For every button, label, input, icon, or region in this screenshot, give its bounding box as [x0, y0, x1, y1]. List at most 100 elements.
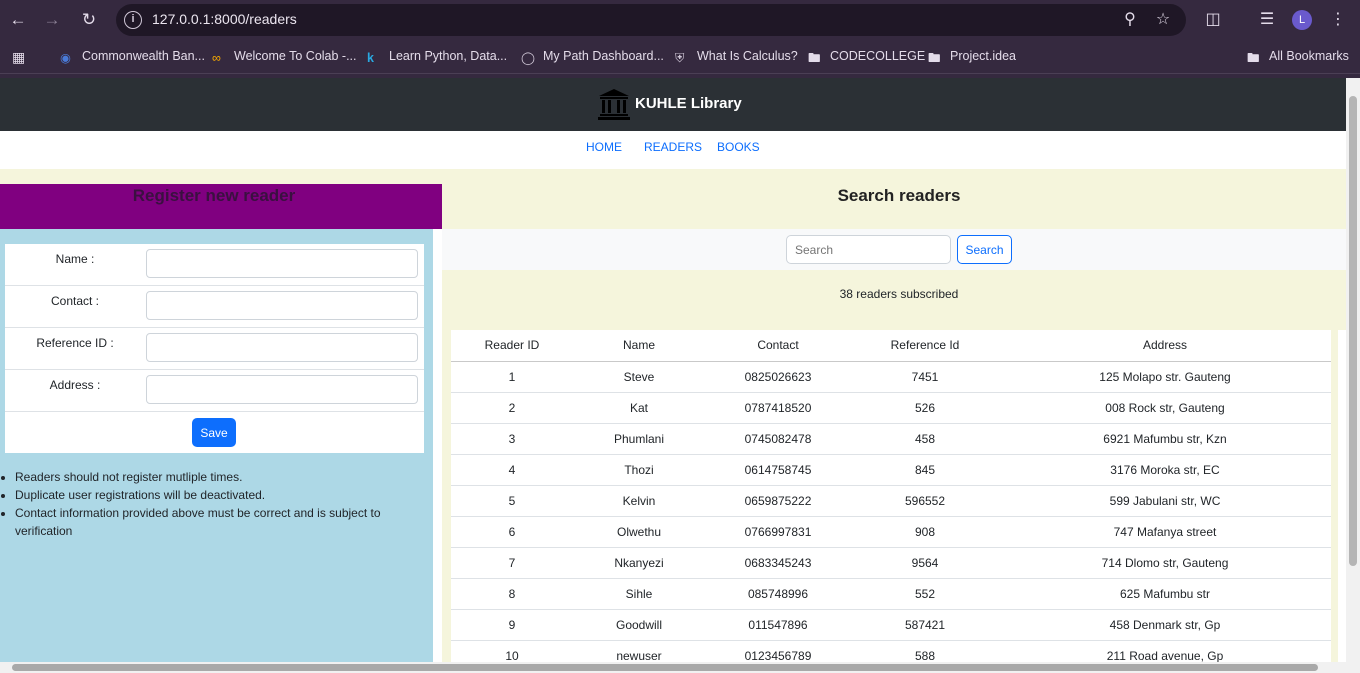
cell-contact: 0745082478: [705, 423, 851, 455]
cell-reference-id: 596552: [851, 485, 999, 517]
cell-name: Steve: [573, 361, 705, 393]
cell-contact: 0659875222: [705, 485, 851, 517]
bookmark-star-icon[interactable]: ☆: [1152, 9, 1174, 31]
site-info-icon[interactable]: i: [124, 11, 142, 29]
cell-reference-id: 9564: [851, 547, 999, 579]
bookmark-codecollege[interactable]: 🖿 CODECOLLEGE: [808, 49, 925, 65]
cell-reader-id: 8: [451, 578, 573, 610]
zoom-icon[interactable]: ⚲: [1119, 9, 1141, 31]
shield-icon: ⛨: [675, 51, 685, 65]
table-row: 7 Nkanyezi 0683345243 9564 714 Dlomo str, Ga…: [451, 547, 1331, 579]
browser-toolbar: ← → ↻ i 127.0.0.1:8000/readers ⚲ ☆ ◫ ☰ L…: [0, 0, 1360, 40]
col-reference-id[interactable]: Reference Id: [851, 330, 999, 362]
profile-avatar[interactable]: L: [1292, 10, 1312, 30]
beige-strip: [0, 169, 442, 184]
bookmark-commonwealth[interactable]: ◉ Commonwealth Ban...: [60, 49, 205, 65]
register-heading: Register new reader: [132, 186, 296, 205]
cell-reference-id: 588: [851, 640, 999, 662]
cell-address: 211 Road avenue, Gp: [999, 640, 1331, 662]
folder-icon: 🖿: [928, 51, 941, 65]
cell-name: Kat: [573, 392, 705, 424]
site-header: KUHLE Library: [0, 78, 1346, 131]
bookmark-project-idea[interactable]: 🖿 Project.idea: [928, 49, 1016, 65]
cell-reader-id: 4: [451, 454, 573, 486]
page-horizontal-scrollbar[interactable]: [0, 662, 1360, 673]
save-button[interactable]: Save: [192, 418, 236, 447]
cell-contact: 0123456789: [705, 640, 851, 662]
cell-reader-id: 9: [451, 609, 573, 641]
table-row: 4 Thozi 0614758745 845 3176 Moroka str, EC: [451, 454, 1331, 486]
cell-name: Goodwill: [573, 609, 705, 641]
address-label: Address :: [49, 378, 101, 392]
cell-address: 747 Mafanya street: [999, 516, 1331, 548]
col-reader-id[interactable]: Reader ID: [451, 330, 573, 362]
table-row: 5 Kelvin 0659875222 596552 599 Jabulani str,…: [451, 485, 1331, 517]
cell-address: 6921 Mafumbu str, Kzn: [999, 423, 1331, 455]
folder-icon: 🖿: [1247, 51, 1260, 65]
note-item: Readers should not register mutliple tim…: [15, 468, 425, 486]
cell-contact: 0825026623: [705, 361, 851, 393]
site-title: KUHLE Library: [635, 95, 742, 112]
reference-id-field[interactable]: [146, 333, 418, 362]
menu-kebab-icon[interactable]: ⋮: [1326, 8, 1350, 32]
address-field[interactable]: [146, 375, 418, 404]
nav-books[interactable]: BOOKS: [717, 140, 760, 154]
cell-name: Sihle: [573, 578, 705, 610]
page-viewport: KUHLE Library HOME READERS BOOKS Registe…: [0, 78, 1346, 662]
nav-home[interactable]: HOME: [586, 140, 622, 154]
readers-table: Reader ID Name Contact Reference Id Addr…: [451, 330, 1331, 662]
reload-icon[interactable]: ↻: [77, 8, 101, 32]
search-heading: Search readers: [837, 186, 961, 205]
bookmark-learn-python[interactable]: k Learn Python, Data...: [367, 49, 507, 65]
scroll-thumb[interactable]: [1349, 96, 1357, 566]
media-control-icon[interactable]: ☰: [1255, 8, 1279, 32]
cell-address: 714 Dlomo str, Gauteng: [999, 547, 1331, 579]
cell-reader-id: 7: [451, 547, 573, 579]
cell-reference-id: 845: [851, 454, 999, 486]
name-field[interactable]: [146, 249, 418, 278]
cell-name: Olwethu: [573, 516, 705, 548]
col-address[interactable]: Address: [999, 330, 1331, 362]
page-vertical-scrollbar[interactable]: [1346, 78, 1360, 662]
cell-contact: 0787418520: [705, 392, 851, 424]
cell-contact: 0683345243: [705, 547, 851, 579]
cell-reader-id: 1: [451, 361, 573, 393]
apps-grid-icon[interactable]: ▦: [12, 49, 28, 65]
note-item: Duplicate user registrations will be dea…: [15, 486, 425, 504]
table-row: 2 Kat 0787418520 526 008 Rock str, Gauteng: [451, 392, 1331, 424]
cell-name: Kelvin: [573, 485, 705, 517]
col-name[interactable]: Name: [573, 330, 705, 362]
folder-icon: 🖿: [808, 51, 821, 65]
back-icon[interactable]: ←: [6, 8, 30, 32]
cell-contact: 0614758745: [705, 454, 851, 486]
cell-name: Phumlani: [573, 423, 705, 455]
cell-address: 599 Jabulani str, WC: [999, 485, 1331, 517]
bookmark-my-path[interactable]: ◯ My Path Dashboard...: [521, 49, 664, 65]
forward-icon[interactable]: →: [40, 8, 64, 32]
col-contact[interactable]: Contact: [705, 330, 851, 362]
cell-reader-id: 3: [451, 423, 573, 455]
reference-label: Reference ID :: [36, 336, 114, 350]
bookmark-calculus[interactable]: ⛨ What Is Calculus?: [675, 49, 798, 65]
form-row-reference: Reference ID :: [5, 328, 424, 370]
extensions-icon[interactable]: ◫: [1201, 8, 1225, 32]
cell-contact: 085748996: [705, 578, 851, 610]
bookmark-colab[interactable]: ∞ Welcome To Colab -...: [212, 49, 357, 65]
url-text[interactable]: 127.0.0.1:8000/readers: [152, 11, 297, 27]
note-item: Contact information provided above must …: [15, 504, 425, 540]
nav-readers[interactable]: READERS: [644, 140, 702, 154]
cell-name: Nkanyezi: [573, 547, 705, 579]
search-button[interactable]: Search: [957, 235, 1012, 264]
table-scroll-track[interactable]: [1338, 330, 1346, 662]
contact-field[interactable]: [146, 291, 418, 320]
address-bar[interactable]: i 127.0.0.1:8000/readers ⚲ ☆: [116, 4, 1186, 36]
main-nav: HOME READERS BOOKS: [0, 131, 1346, 169]
cell-reader-id: 10: [451, 640, 573, 662]
registration-notes: Readers should not register mutliple tim…: [15, 468, 425, 540]
cell-address: 125 Molapo str. Gauteng: [999, 361, 1331, 393]
table-row: 3 Phumlani 0745082478 458 6921 Mafumbu str, …: [451, 423, 1331, 455]
all-bookmarks[interactable]: 🖿 All Bookmarks: [1247, 49, 1349, 65]
scroll-thumb[interactable]: [12, 664, 1318, 671]
search-input[interactable]: [786, 235, 951, 264]
cell-reference-id: 587421: [851, 609, 999, 641]
